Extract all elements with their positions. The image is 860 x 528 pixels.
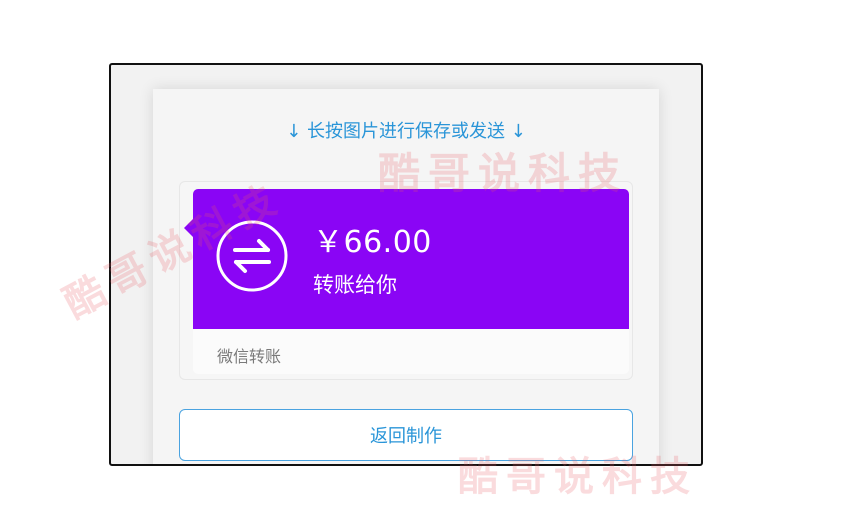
- screenshot-frame: ↓ 长按图片进行保存或发送 ↓ ￥66.00 转账给你 微信转账 返回制作: [109, 63, 703, 466]
- transfer-arrows-icon: [216, 220, 288, 292]
- preview-panel: ↓ 长按图片进行保存或发送 ↓ ￥66.00 转账给你 微信转账 返回制作: [153, 89, 659, 464]
- transfer-source-label: 微信转账: [217, 347, 282, 366]
- transfer-subtitle: 转账给你: [313, 273, 397, 297]
- save-hint: ↓ 长按图片进行保存或发送 ↓: [286, 121, 526, 142]
- transfer-card[interactable]: ￥66.00 转账给你 微信转账: [184, 189, 629, 374]
- transfer-card-container: ￥66.00 转账给你 微信转账: [179, 181, 633, 380]
- back-to-edit-button[interactable]: 返回制作: [179, 409, 633, 461]
- transfer-amount: ￥66.00: [313, 225, 432, 260]
- transfer-card-header: ￥66.00 转账给你: [184, 189, 629, 329]
